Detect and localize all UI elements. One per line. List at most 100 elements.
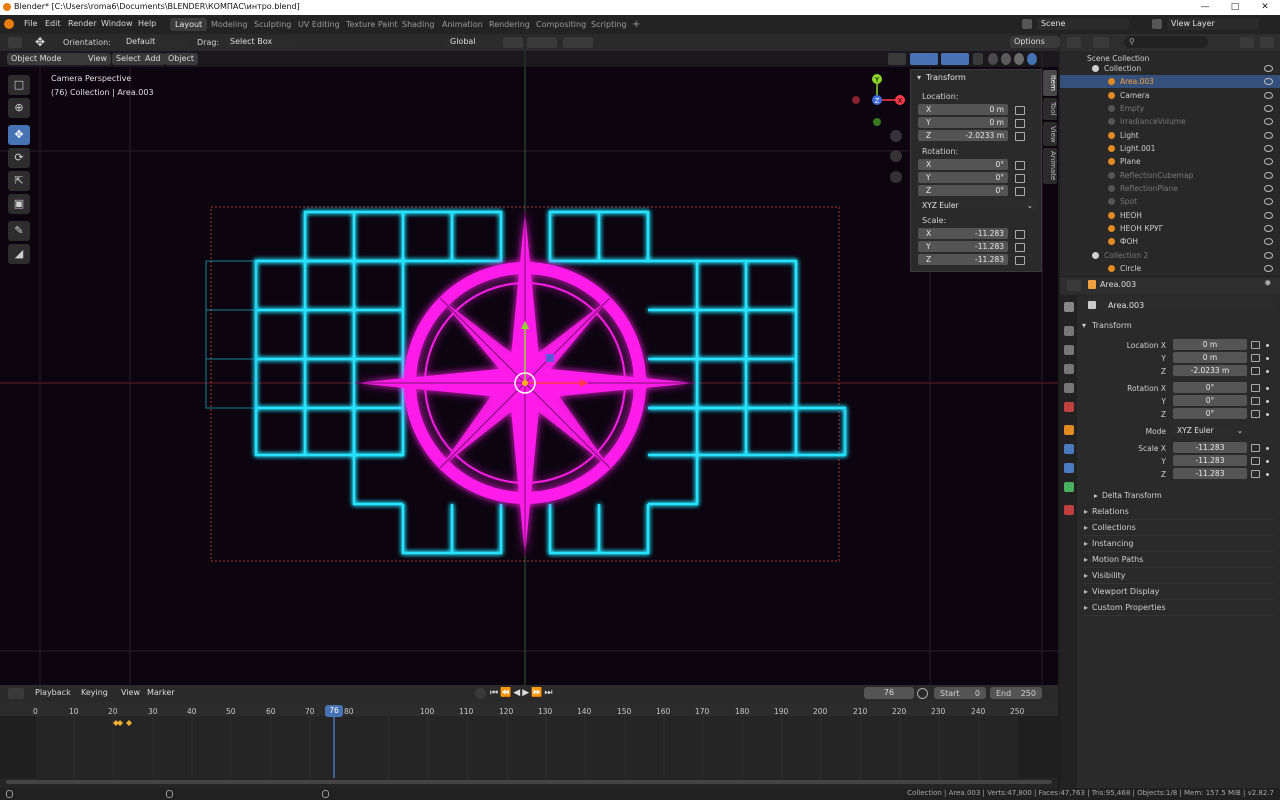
properties-panel-header[interactable]: ▸ Motion Paths xyxy=(1082,553,1274,568)
rotate-tool-icon[interactable]: ⟳ xyxy=(8,148,30,168)
start-frame-field[interactable]: Start 0 xyxy=(934,687,986,699)
tab-compositing[interactable]: Compositing xyxy=(531,18,591,31)
properties-panel-header[interactable]: ▸ Collections xyxy=(1082,521,1274,536)
transform-tool-icon[interactable]: ▣ xyxy=(8,194,30,214)
xray-icon[interactable] xyxy=(973,53,983,65)
editor-type-icon[interactable] xyxy=(8,37,22,48)
viewport-menu-add[interactable]: Add xyxy=(141,53,165,65)
physics-tab-icon[interactable] xyxy=(1064,444,1074,454)
scale-z-field[interactable]: Z -11.283 xyxy=(918,254,1008,265)
display-mode-icon[interactable] xyxy=(1093,37,1109,48)
view-layer-field[interactable]: View Layer xyxy=(1167,18,1259,30)
viewport-menu-object[interactable]: Object xyxy=(164,53,199,65)
outliner-row[interactable]: Spot xyxy=(1060,195,1280,208)
lock-icon[interactable] xyxy=(1251,444,1260,452)
outliner-row[interactable]: ReflectionCubemap xyxy=(1060,169,1280,182)
render-tab-icon[interactable] xyxy=(1064,326,1074,336)
properties-panel-header[interactable]: ▸ Custom Properties xyxy=(1082,601,1274,616)
timeline-menu-view[interactable]: View xyxy=(117,687,144,699)
outliner-row[interactable]: Plane xyxy=(1060,155,1280,168)
outliner-row[interactable]: Camera xyxy=(1060,89,1280,102)
tool-tab-icon[interactable] xyxy=(1064,302,1074,312)
lock-icon[interactable] xyxy=(1015,230,1025,239)
eye-icon[interactable] xyxy=(1264,185,1273,192)
lock-icon[interactable] xyxy=(1251,470,1260,478)
object-data-tab-icon[interactable] xyxy=(1064,482,1074,492)
shading-material-icon[interactable] xyxy=(1014,53,1024,65)
tab-sculpting[interactable]: Sculpting xyxy=(249,18,296,31)
texture-tab-icon[interactable] xyxy=(1064,505,1074,515)
sidebar-tab-tool[interactable]: Tool xyxy=(1043,98,1057,120)
scale-y-field[interactable]: Y -11.283 xyxy=(918,241,1008,252)
maximize-icon[interactable]: □ xyxy=(1220,0,1250,15)
prop-mode-dropdown[interactable]: XYZ Euler ⌄ xyxy=(1173,425,1247,436)
scale-x-field[interactable]: X -11.283 xyxy=(918,228,1008,239)
overlay-toggle-icon[interactable] xyxy=(941,53,969,65)
tab-animation[interactable]: Animation xyxy=(437,18,488,31)
prop-rotation-z-field[interactable]: 0° xyxy=(1173,408,1247,419)
tab-texture-paint[interactable]: Texture Paint xyxy=(341,18,403,31)
properties-panel-header[interactable]: ▸ Visibility xyxy=(1082,569,1274,584)
eye-icon[interactable] xyxy=(1264,145,1273,152)
add-workspace-icon[interactable]: + xyxy=(627,18,645,31)
menu-help[interactable]: Help xyxy=(138,19,156,28)
prop-location-z-field[interactable]: -2.0233 m xyxy=(1173,365,1247,376)
outliner-row[interactable]: Collection xyxy=(1060,62,1280,75)
outliner-row[interactable]: ReflectionPlane xyxy=(1060,182,1280,195)
outliner-row[interactable]: НЕОН xyxy=(1060,209,1280,222)
outliner-row[interactable]: Area.003 xyxy=(1060,75,1280,88)
outliner-row[interactable]: ФОН xyxy=(1060,235,1280,248)
eye-icon[interactable] xyxy=(1264,78,1273,85)
eye-icon[interactable] xyxy=(1264,105,1273,112)
scene-tab-icon[interactable] xyxy=(1064,383,1074,393)
3d-viewport[interactable]: Y X Z xyxy=(0,51,1058,685)
scene-field[interactable]: Scene xyxy=(1037,18,1129,30)
gizmo-toggle-icon[interactable] xyxy=(910,53,938,65)
eye-icon[interactable] xyxy=(1264,212,1273,219)
prop-scale-y-field[interactable]: -11.283 xyxy=(1173,455,1247,466)
timeline-editor-type-icon[interactable] xyxy=(8,688,24,699)
location-z-field[interactable]: Z -2.0233 m xyxy=(918,130,1008,141)
lock-icon[interactable] xyxy=(1251,397,1260,405)
pin-icon[interactable]: ✸ xyxy=(1264,279,1272,289)
constraints-tab-icon[interactable] xyxy=(1064,463,1074,473)
eye-icon[interactable] xyxy=(1264,198,1273,205)
object-tab-icon[interactable] xyxy=(1064,425,1074,435)
prop-location-y-field[interactable]: 0 m xyxy=(1173,352,1247,363)
outliner-row[interactable]: Collection 2 xyxy=(1060,249,1280,262)
lock-icon[interactable] xyxy=(1251,457,1260,465)
location-x-field[interactable]: X 0 m xyxy=(918,104,1008,115)
select-box-tool-icon[interactable]: □ xyxy=(8,75,30,95)
filter-icon[interactable] xyxy=(1240,37,1254,48)
menu-window[interactable]: Window xyxy=(101,19,133,28)
outliner-row[interactable]: Light xyxy=(1060,129,1280,142)
keyframe-dot-icon[interactable] xyxy=(1266,357,1269,360)
eye-icon[interactable] xyxy=(1264,238,1273,245)
timeline-menu-playback[interactable]: Playback xyxy=(31,687,75,699)
keyframe-dot-icon[interactable] xyxy=(1266,473,1269,476)
rotation-x-field[interactable]: X 0° xyxy=(918,159,1008,170)
eye-icon[interactable] xyxy=(1264,225,1273,232)
object-name-field[interactable]: Area.003 xyxy=(1084,299,1274,311)
keyframe-dot-icon[interactable] xyxy=(1266,344,1269,347)
properties-panel-header[interactable]: ▸ Relations xyxy=(1082,505,1274,520)
view-layer-tab-icon[interactable] xyxy=(1064,364,1074,374)
transform-orientation-dropdown[interactable]: Global xyxy=(446,36,504,48)
keyframe-dot-icon[interactable] xyxy=(1266,413,1269,416)
outliner-row[interactable]: IrradianceVolume xyxy=(1060,115,1280,128)
measure-tool-icon[interactable]: ◢ xyxy=(8,244,30,264)
visibility-icon[interactable] xyxy=(888,53,906,65)
location-y-field[interactable]: Y 0 m xyxy=(918,117,1008,128)
viewport-menu-view[interactable]: View xyxy=(84,53,111,65)
eye-icon[interactable] xyxy=(1264,265,1273,272)
shading-rendered-icon[interactable] xyxy=(1027,53,1037,65)
mode-dropdown[interactable]: Object Mode xyxy=(7,53,87,65)
keyframe-dot-icon[interactable] xyxy=(1266,400,1269,403)
sidebar-tab-item[interactable]: Item xyxy=(1043,70,1057,96)
scene-icon[interactable] xyxy=(1022,19,1032,29)
preview-range-icon[interactable] xyxy=(917,688,928,699)
cursor-tool-icon[interactable]: ⊕ xyxy=(8,98,30,118)
drag-dropdown[interactable]: Select Box xyxy=(226,36,289,48)
prop-rotation-y-field[interactable]: 0° xyxy=(1173,395,1247,406)
lock-icon[interactable] xyxy=(1015,106,1025,115)
